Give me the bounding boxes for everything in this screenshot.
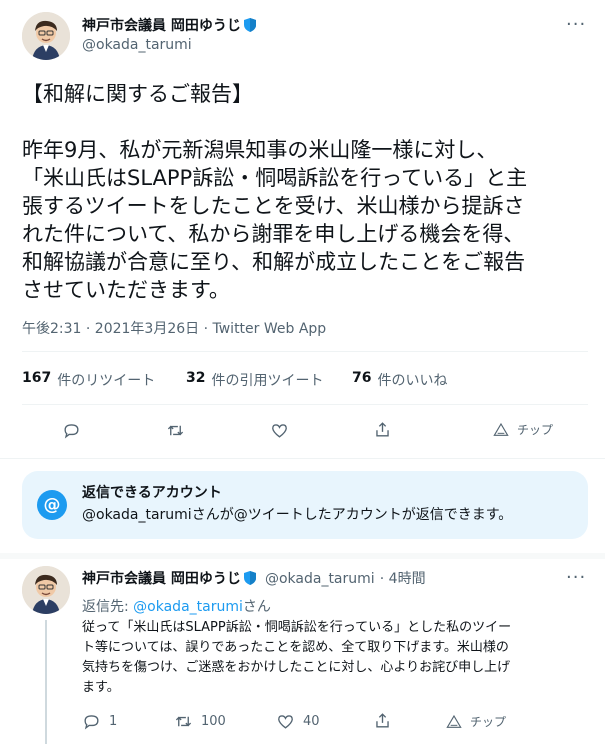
share-button[interactable] — [373, 420, 392, 439]
reply-header: 神戸市会議員 岡田ゆうじ @okada_tarumi · 4時間 — [82, 568, 426, 588]
reply-icon — [64, 424, 79, 439]
reply-to-suffix: さん — [242, 599, 271, 615]
quote-label: 件の引用ツイート — [211, 373, 324, 389]
divider — [22, 404, 588, 405]
heart-icon — [278, 715, 293, 729]
tweet-body: 昨年9月、私が元新潟県知事の米山隆一様に対し、 「米山氏はSLAPP訴訟・恫喝訴… — [22, 138, 528, 302]
like-label: 件のいいね — [377, 373, 448, 389]
quote-count[interactable]: 32 件の引用ツイート — [186, 370, 323, 390]
divider — [0, 458, 605, 459]
tip-icon — [493, 422, 509, 436]
reply-tip-label: チップ — [470, 715, 507, 729]
reply-icon — [84, 715, 99, 730]
reply-tip-button[interactable]: チップ — [446, 713, 506, 730]
share-icon — [376, 713, 389, 728]
reply-like-count: 40 — [303, 714, 320, 729]
tip-button[interactable]: チップ — [493, 421, 553, 438]
reply-avatar[interactable] — [22, 566, 70, 614]
reply-notice-text: @okada_tarumiさんが@ツイートしたアカウントが返信できます。 — [82, 504, 512, 524]
tip-label: チップ — [517, 423, 554, 437]
reply-body: 従って「米山氏はSLAPP訴訟・恫喝訴訟を行っている」とした私のツイー ト等につ… — [82, 620, 512, 695]
retweet-number: 167 — [22, 370, 52, 386]
avatar[interactable] — [22, 12, 70, 60]
shield-icon — [243, 17, 256, 32]
reply-button[interactable] — [62, 421, 81, 440]
reply-notice-title: 返信できるアカウント — [82, 485, 222, 501]
tweet-heading: 【和解に関するご報告】 — [22, 82, 253, 106]
reply-permission-notice: @ 返信できるアカウント @okada_tarumiさんが@ツイートしたアカウン… — [22, 471, 588, 539]
reply-time[interactable]: · 4時間 — [380, 571, 426, 587]
reply-reply-button[interactable]: 1 — [82, 712, 117, 731]
reply-count: 1 — [109, 714, 118, 729]
reply-like-button[interactable]: 40 — [276, 712, 320, 731]
like-number: 76 — [352, 370, 372, 386]
section-separator — [0, 553, 605, 559]
quote-number: 32 — [186, 370, 206, 386]
retweet-label: 件のリツイート — [57, 373, 156, 389]
reply-to-handle[interactable]: @okada_tarumi — [133, 599, 243, 615]
reply-retweet-button[interactable]: 100 — [174, 712, 226, 731]
divider — [22, 351, 588, 352]
shield-icon — [243, 570, 256, 585]
author-handle[interactable]: @okada_tarumi — [82, 37, 192, 53]
like-count[interactable]: 76 件のいいね — [352, 370, 447, 390]
reply-to-prefix: 返信先: — [82, 599, 134, 615]
reply-author-handle[interactable]: @okada_tarumi — [265, 571, 375, 587]
author-name[interactable]: 神戸市会議員 岡田ゆうじ — [82, 18, 241, 34]
reply-share-button[interactable] — [373, 711, 392, 730]
reply-notice-handle[interactable]: @okada_tarumi — [82, 507, 192, 523]
tip-icon — [446, 714, 462, 728]
heart-icon — [272, 424, 287, 438]
tweet-timestamp[interactable]: 午後2:31 · 2021年3月26日 · Twitter Web App — [22, 318, 326, 338]
reply-to: 返信先: @okada_tarumiさん — [82, 596, 271, 616]
share-icon — [376, 422, 389, 437]
like-button[interactable] — [270, 421, 289, 440]
at-icon: @ — [37, 490, 67, 520]
reply-retweet-count: 100 — [201, 714, 226, 729]
more-icon[interactable]: ··· — [566, 14, 586, 35]
reply-notice-desc: さんが@ツイートしたアカウントが返信できます。 — [191, 507, 513, 523]
retweet-icon — [175, 716, 192, 727]
thread-line — [45, 620, 47, 744]
reply-author-name[interactable]: 神戸市会議員 岡田ゆうじ — [82, 571, 241, 587]
reply-more-icon[interactable]: ··· — [566, 567, 586, 588]
retweet-count[interactable]: 167 件のリツイート — [22, 370, 155, 390]
retweet-icon — [167, 425, 184, 436]
retweet-button[interactable] — [166, 421, 185, 440]
